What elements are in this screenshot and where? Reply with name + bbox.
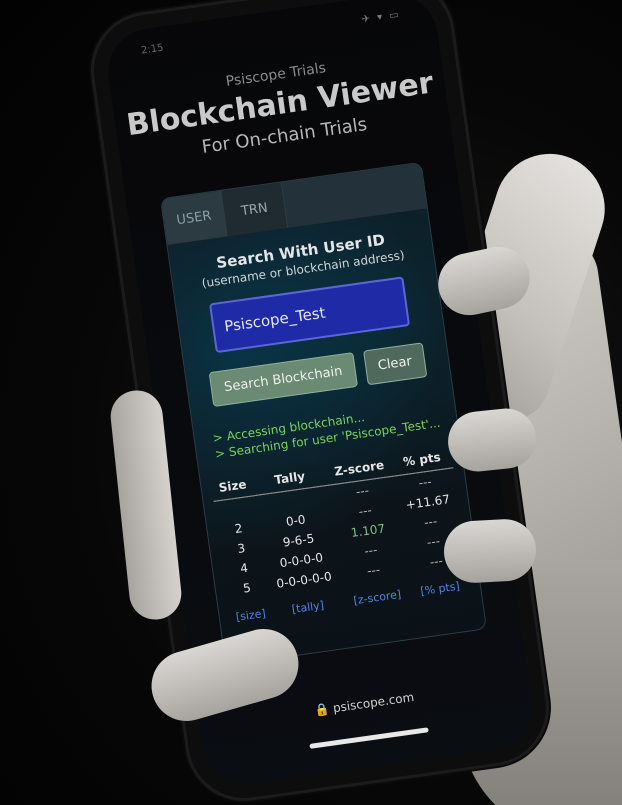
status-icons: ✈ ▾ ▭: [361, 9, 402, 26]
search-panel: USER TRN Search With User ID (username o…: [159, 161, 488, 666]
sort-by-z-score-link[interactable]: [z-score]: [353, 588, 402, 608]
tab-user[interactable]: USER: [161, 190, 228, 245]
tab-bar-filler: [281, 162, 427, 228]
status-time: 2:15: [140, 42, 165, 57]
finger-ring: [442, 517, 538, 585]
photo-scene: 2:15 ✈ ▾ ▭ Psiscope Trials Blockchain Vi…: [0, 0, 622, 805]
home-indicator[interactable]: [309, 727, 429, 749]
tab-trn[interactable]: TRN: [221, 182, 289, 237]
user-id-input[interactable]: [209, 276, 411, 354]
sort-by-tally-link[interactable]: [tally]: [291, 599, 325, 616]
console-prefix: >: [214, 445, 226, 462]
search-area: Search With User ID (username or blockch…: [170, 224, 450, 410]
results-table-wrap: Size Tally Z-score % pts --- --- 2 0-0 -…: [210, 443, 471, 627]
search-blockchain-button[interactable]: Search Blockchain: [208, 352, 358, 407]
sort-by-size-link[interactable]: [size]: [235, 607, 266, 624]
clear-button[interactable]: Clear: [362, 342, 427, 386]
sort-by-pct-pts-link[interactable]: [% pts]: [420, 580, 461, 598]
console-prefix: >: [211, 430, 224, 446]
results-table: Size Tally Z-score % pts --- --- 2 0-0 -…: [210, 443, 471, 627]
